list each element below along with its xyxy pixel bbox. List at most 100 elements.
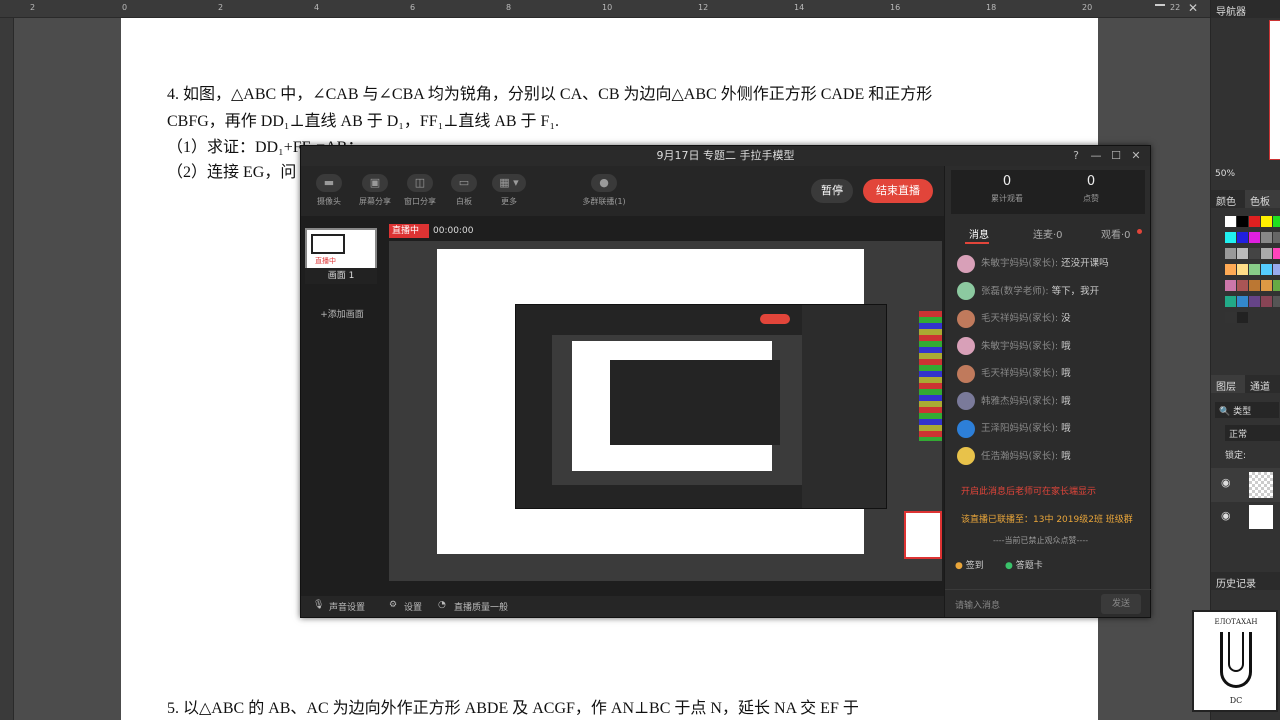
answer-card-button[interactable]: ● 答题卡 <box>1005 558 1043 571</box>
layer-row[interactable]: ◉ <box>1211 468 1280 502</box>
grid-icon: ▦ ▾ <box>492 174 526 192</box>
live-timer: 00:00:00 <box>433 226 474 236</box>
message-text: 哦 <box>1061 395 1071 407</box>
color-swatch[interactable] <box>1249 248 1260 259</box>
color-swatch[interactable] <box>1225 280 1236 291</box>
color-swatch[interactable] <box>1261 296 1272 307</box>
scene-name: 画面 1 <box>305 268 377 284</box>
message-text: 等下，我开 <box>1051 285 1100 297</box>
color-swatch[interactable] <box>1237 280 1248 291</box>
stream-main-panel: ▬ 摄像头 ▣ 屏幕分享 ◫ 窗口分享 ▭ 白板 ▦ ▾ 更多 ● 多群联播(1… <box>301 166 944 617</box>
swatches-grid[interactable] <box>1211 212 1280 352</box>
color-swatch[interactable] <box>1225 312 1236 323</box>
color-swatch[interactable] <box>1237 264 1248 275</box>
color-swatch[interactable] <box>1273 232 1280 243</box>
color-swatch[interactable] <box>1261 232 1272 243</box>
likes-stat: 0 点赞 <box>1041 174 1141 204</box>
multi-connect-button[interactable]: ● 多群联播(1) <box>576 174 632 214</box>
problem-4-part-2: （2）连接 EG，问 <box>167 164 297 181</box>
color-swatch[interactable] <box>1249 264 1260 275</box>
swatches-tab[interactable]: 色板 <box>1245 190 1280 208</box>
thumbnail-preview <box>311 234 345 254</box>
color-swatch[interactable] <box>1249 296 1260 307</box>
color-swatch[interactable] <box>1225 216 1236 227</box>
pause-button[interactable]: 暂停 <box>811 179 853 203</box>
message-sender: 毛天祥妈妈(家长): <box>981 313 1062 324</box>
layers-tab[interactable]: 图层 <box>1211 375 1245 393</box>
user-icon: ● <box>591 174 617 192</box>
zoom-level[interactable]: 50% <box>1215 169 1235 179</box>
color-swatch[interactable] <box>1237 312 1248 323</box>
sign-in-button[interactable]: ● 签到 <box>955 558 984 571</box>
color-swatch[interactable] <box>1225 248 1236 259</box>
whiteboard-label: 白板 <box>456 197 472 206</box>
close-icon[interactable]: ✕ <box>1188 1 1198 15</box>
screen-share-button[interactable]: ▣ 屏幕分享 <box>353 174 397 214</box>
settings-button[interactable]: 设置 <box>404 600 422 613</box>
audio-settings-button[interactable]: 声音设置 <box>329 600 365 613</box>
color-swatch[interactable] <box>1261 264 1272 275</box>
blend-mode-select[interactable]: 正常 <box>1225 425 1280 441</box>
nested-chat-panel <box>802 305 886 508</box>
color-swatch[interactable] <box>1261 280 1272 291</box>
send-button[interactable]: 发送 <box>1101 594 1141 614</box>
history-tab[interactable]: 历史记录 <box>1211 572 1280 590</box>
color-swatch[interactable] <box>1237 296 1248 307</box>
add-scene-button[interactable]: +添加画面 <box>305 307 379 320</box>
message-text: 哦 <box>1061 368 1071 379</box>
camera-label: 摄像头 <box>317 197 341 206</box>
nested-inner-window <box>610 360 780 445</box>
end-live-button[interactable]: 结束直播 <box>863 179 933 203</box>
preview-ps-swatches <box>919 311 942 441</box>
logo-text-top: ЕЛОТАХАН <box>1214 618 1258 626</box>
settings-icon[interactable]: ⚙ <box>389 600 397 610</box>
color-swatch[interactable] <box>1273 264 1280 275</box>
screen-share-icon: ▣ <box>362 174 388 192</box>
color-swatch[interactable] <box>1273 216 1280 227</box>
color-swatch[interactable] <box>1273 296 1280 307</box>
color-swatch[interactable] <box>1225 264 1236 275</box>
camera-button[interactable]: ▬ 摄像头 <box>307 174 351 214</box>
visibility-eye-icon[interactable]: ◉ <box>1221 509 1231 522</box>
chat-message: 张磊(数学老师): 等下，我开 <box>957 282 1099 302</box>
tab-connect[interactable]: 连麦·0 <box>1033 226 1063 241</box>
color-swatch[interactable] <box>1225 232 1236 243</box>
color-swatch[interactable] <box>1237 232 1248 243</box>
navigator-tab[interactable]: 导航器 <box>1211 0 1280 18</box>
color-swatch[interactable] <box>1225 296 1236 307</box>
layer-row[interactable]: ◉ <box>1211 503 1280 531</box>
visibility-eye-icon[interactable]: ◉ <box>1221 476 1231 489</box>
layer-kind-filter[interactable]: 🔍 类型 <box>1215 402 1279 418</box>
window-title: 9月17日 专题二 手拉手模型 <box>656 149 795 162</box>
color-swatch[interactable] <box>1261 248 1272 259</box>
tab-watch[interactable]: 观看·0 <box>1101 226 1131 241</box>
stream-preview <box>389 241 942 581</box>
close-icon[interactable]: ✕ <box>1128 148 1144 164</box>
help-icon[interactable]: ? <box>1068 148 1084 164</box>
layer-thumbnail <box>1249 505 1273 529</box>
color-swatch[interactable] <box>1261 216 1272 227</box>
color-swatch[interactable] <box>1237 216 1248 227</box>
whiteboard-button[interactable]: ▭ 白板 <box>442 174 486 214</box>
minimize-icon[interactable]: — <box>1088 148 1104 164</box>
color-swatch[interactable] <box>1249 280 1260 291</box>
maximize-icon[interactable]: ☐ <box>1108 148 1124 164</box>
color-swatch[interactable] <box>1273 248 1280 259</box>
color-swatch[interactable] <box>1273 280 1280 291</box>
color-swatch[interactable] <box>1249 232 1260 243</box>
chat-message: 朱敏宇妈妈(家长): 哦 <box>957 337 1071 357</box>
window-share-button[interactable]: ◫ 窗口分享 <box>398 174 442 214</box>
channels-tab[interactable]: 通道 <box>1245 375 1280 393</box>
chat-input[interactable]: 请输入消息 <box>955 598 1000 611</box>
more-button[interactable]: ▦ ▾ 更多 <box>487 174 531 214</box>
color-tab[interactable]: 颜色 <box>1211 190 1245 208</box>
color-swatch[interactable] <box>1249 216 1260 227</box>
problem-5-line-1: 5. 以△ABC 的 AB、AC 为边向外作正方形 ABDE 及 ACGF，作 … <box>167 700 859 717</box>
tab-messages[interactable]: 消息 <box>969 226 989 241</box>
color-swatch[interactable] <box>1237 248 1248 259</box>
mic-icon[interactable]: 🎙 <box>313 600 324 610</box>
active-tab-indicator <box>965 242 989 244</box>
window-titlebar[interactable]: 9月17日 专题二 手拉手模型 ? — ☐ ✕ <box>301 146 1150 166</box>
stream-quality-status: 直播质量一般 <box>454 603 509 613</box>
minimize-icon[interactable] <box>1155 4 1165 6</box>
